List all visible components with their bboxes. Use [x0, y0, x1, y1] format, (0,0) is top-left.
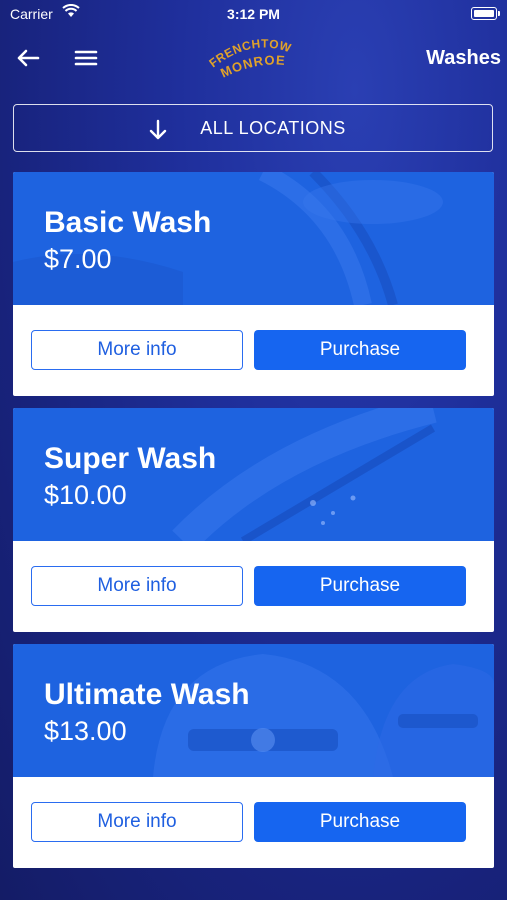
- status-time: 3:12 PM: [227, 6, 280, 22]
- back-arrow-icon[interactable]: [14, 44, 42, 72]
- wash-banner: Super Wash $10.00: [13, 408, 494, 541]
- wash-banner: Ultimate Wash $13.00: [13, 644, 494, 777]
- more-info-button[interactable]: More info: [31, 566, 243, 606]
- arrow-down-icon: [149, 119, 167, 140]
- wash-price: $13.00: [44, 716, 127, 746]
- status-bar: Carrier 3:12 PM: [0, 0, 507, 28]
- hamburger-menu-icon[interactable]: [72, 44, 100, 72]
- wash-banner: Basic Wash $7.00: [13, 172, 494, 305]
- wash-price: $7.00: [44, 244, 112, 274]
- purchase-button[interactable]: Purchase: [254, 330, 466, 370]
- battery-icon: [471, 7, 500, 20]
- wash-card-basic: Basic Wash $7.00 More info Purchase: [13, 172, 494, 396]
- wash-card-super: Super Wash $10.00 More info Purchase: [13, 408, 494, 632]
- purchase-button[interactable]: Purchase: [254, 566, 466, 606]
- wash-card-ultimate: Ultimate Wash $13.00 More info Purchase: [13, 644, 494, 868]
- nav-bar: FRENCHTOWN MONROE Washes: [0, 38, 507, 81]
- more-info-button[interactable]: More info: [31, 802, 243, 842]
- all-locations-label: ALL LOCATIONS: [200, 117, 346, 138]
- wash-name: Super Wash: [44, 442, 217, 475]
- frenchtown-monroe-logo: FRENCHTOWN MONROE: [203, 38, 293, 81]
- wash-price: $10.00: [44, 480, 127, 510]
- wash-name: Ultimate Wash: [44, 678, 250, 711]
- wash-name: Basic Wash: [44, 206, 212, 239]
- purchase-button[interactable]: Purchase: [254, 802, 466, 842]
- page-title: Washes: [426, 47, 501, 69]
- more-info-button[interactable]: More info: [31, 330, 243, 370]
- all-locations-button[interactable]: ALL LOCATIONS: [13, 104, 493, 152]
